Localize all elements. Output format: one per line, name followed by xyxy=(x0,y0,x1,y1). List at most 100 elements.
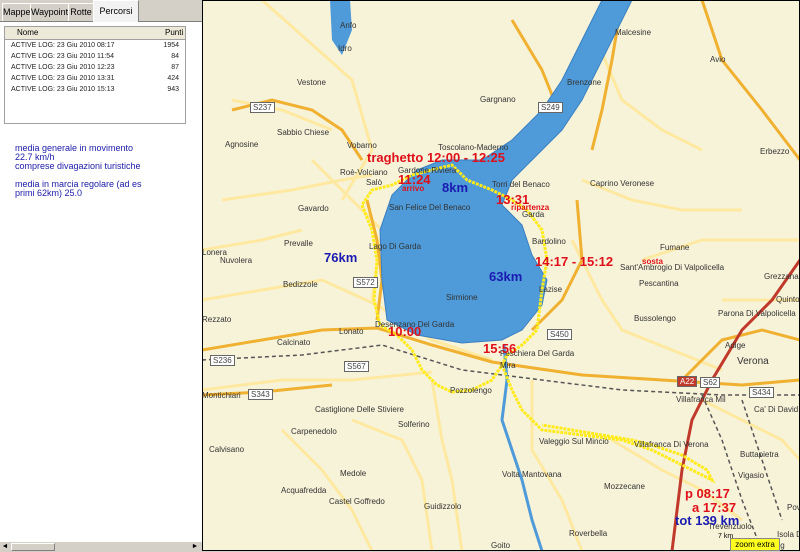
track-points: 424 xyxy=(167,75,179,82)
track-name: ACTIVE LOG: 23 Giu 2010 15:13 xyxy=(11,86,115,93)
stats-line: comprese divagazioni turistiche xyxy=(15,161,141,171)
track-name: ACTIVE LOG: 23 Giu 2010 11:54 xyxy=(11,53,114,60)
annotation-distance: 8km xyxy=(442,180,469,195)
town-label: Lazise xyxy=(539,285,563,294)
town-label: Vobarno xyxy=(347,141,377,150)
annotation-note: sosta xyxy=(642,257,663,266)
table-row[interactable]: ACTIVE LOG: 23 Giu 2010 08:17 1954 xyxy=(5,41,185,52)
town-label: Sabbio Chiese xyxy=(277,128,330,137)
tab-mappe[interactable]: Mappe xyxy=(2,3,31,21)
annotation-note: arrivo xyxy=(402,184,425,193)
town-label: Roverbella xyxy=(569,529,608,538)
town-label: Isola D xyxy=(777,530,800,539)
track-points: 943 xyxy=(167,86,179,93)
town-label: Solferino xyxy=(398,420,430,429)
town-label: Torri del Benaco xyxy=(492,180,550,189)
table-row[interactable]: ACTIVE LOG: 23 Giu 2010 15:13 943 xyxy=(5,85,185,96)
town-label: Montichiari xyxy=(202,391,241,400)
tab-waypoint[interactable]: Waypoint xyxy=(30,3,69,21)
town-label: Brenzone xyxy=(567,78,602,87)
road-shield: S567 xyxy=(344,361,369,372)
town-label: Idro xyxy=(338,44,352,53)
annotation-start-time: p 08:17 xyxy=(685,486,730,501)
speed-stats: media generale in movimento 22.7 km/h co… xyxy=(15,144,201,198)
table-header: Nome Punti xyxy=(5,27,185,40)
scrollbar-thumb[interactable] xyxy=(11,543,55,551)
zoom-level-badge[interactable]: zoom extra xyxy=(730,538,780,551)
town-label: San Felice Del Benaco xyxy=(389,203,471,212)
track-name: ACTIVE LOG: 23 Giu 2010 13:31 xyxy=(11,75,115,82)
town-label: Pozzolengo xyxy=(450,386,492,395)
town-label: Malcesine xyxy=(615,28,652,37)
town-label: Bussolengo xyxy=(634,314,676,323)
track-points: 87 xyxy=(171,64,179,71)
annotation-time: 15:56 xyxy=(483,341,517,356)
town-label: Agnosine xyxy=(225,140,259,149)
road-shield: S343 xyxy=(248,389,273,400)
table-row[interactable]: ACTIVE LOG: 23 Giu 2010 11:54 84 xyxy=(5,52,185,63)
town-label: Nuvolera xyxy=(220,256,253,265)
town-label: Villafranca Di Verona xyxy=(634,440,709,449)
town-label: Calcinato xyxy=(277,338,311,347)
column-punti[interactable]: Punti xyxy=(165,28,183,37)
annotation-distance: 63km xyxy=(489,269,523,284)
table-row[interactable]: ACTIVE LOG: 23 Giu 2010 12:23 87 xyxy=(5,63,185,74)
tab-bar: Mappe Waypoint Rotte Percorsi (5) xyxy=(0,0,202,36)
annotation-time: 10:00 xyxy=(388,324,422,339)
town-label: Roè-Volciano xyxy=(340,168,388,177)
column-nome[interactable]: Nome xyxy=(17,28,38,37)
track-name: ACTIVE LOG: 23 Giu 2010 12:23 xyxy=(11,64,115,71)
track-name: ACTIVE LOG: 23 Giu 2010 08:17 xyxy=(11,42,115,49)
river-mincio xyxy=(500,344,544,551)
left-panel: Mappe Waypoint Rotte Percorsi (5) Nome P… xyxy=(0,0,203,552)
town-label: Vigasio xyxy=(738,471,765,480)
track-points: 84 xyxy=(171,53,179,60)
road-shield: S249 xyxy=(538,102,563,113)
town-label: Acquafredda xyxy=(281,486,327,495)
town-label: Bedizzole xyxy=(283,280,318,289)
table-row[interactable]: ACTIVE LOG: 23 Giu 2010 13:31 424 xyxy=(5,74,185,85)
map-view[interactable]: Anfo Idro Malcesine Avio Vestone Gargnan… xyxy=(202,0,800,551)
tab-percorsi[interactable]: Percorsi (5) xyxy=(93,0,139,36)
town-label: Erbezzo xyxy=(760,147,790,156)
town-label: Medole xyxy=(340,469,367,478)
town-label: Lonera xyxy=(202,248,227,257)
town-label: Verona xyxy=(737,356,769,367)
town-label: Grezzana xyxy=(764,272,799,281)
town-label: Povegl xyxy=(787,503,800,512)
town-label: Quinto xyxy=(776,295,800,304)
road-shield: A22 xyxy=(677,376,698,387)
town-label: Carpenedolo xyxy=(291,427,337,436)
tab-rotte[interactable]: Rotte xyxy=(68,3,94,21)
town-label: Pescantina xyxy=(639,279,679,288)
town-label: Sirmione xyxy=(446,293,478,302)
annotation-time: 14:17 - 15:12 xyxy=(535,254,614,269)
town-label: Anfo xyxy=(340,21,357,30)
town-label: Parona Di Valpolicella xyxy=(718,309,796,318)
road-shield: S572 xyxy=(353,277,378,288)
road-shield: S236 xyxy=(210,355,235,366)
town-label: Volta Mantovana xyxy=(502,470,562,479)
town-label: Castiglione Delle Stiviere xyxy=(315,405,404,414)
town-label: Castel Goffredo xyxy=(329,497,385,506)
town-label: Adige xyxy=(725,341,746,350)
town-label: Vestone xyxy=(297,78,326,87)
town-label: Bardolino xyxy=(532,237,566,246)
annotation-total-distance: tot 139 km xyxy=(675,513,740,528)
town-label: Mira xyxy=(500,361,516,370)
annotation-ferry: traghetto 12:00 - 12:25 xyxy=(367,150,505,165)
town-label: Gavardo xyxy=(298,204,329,213)
town-label: Buttapietra xyxy=(740,450,779,459)
stats-line: primi 62km) 25.0 xyxy=(15,188,83,198)
town-label: Mozzecane xyxy=(604,482,645,491)
town-label: Villafranca Mil xyxy=(676,395,726,404)
horizontal-scrollbar[interactable]: ◄ ► xyxy=(0,541,202,552)
town-label: Ca' Di David xyxy=(754,405,799,414)
town-label: Avio xyxy=(710,55,726,64)
town-label: Gargnano xyxy=(480,95,516,104)
town-label: Caprino Veronese xyxy=(590,179,655,188)
town-label: Fumane xyxy=(660,243,690,252)
road-shield: S450 xyxy=(547,329,572,340)
town-label: Lonato xyxy=(339,327,364,336)
town-label: Lago Di Garda xyxy=(369,242,422,251)
